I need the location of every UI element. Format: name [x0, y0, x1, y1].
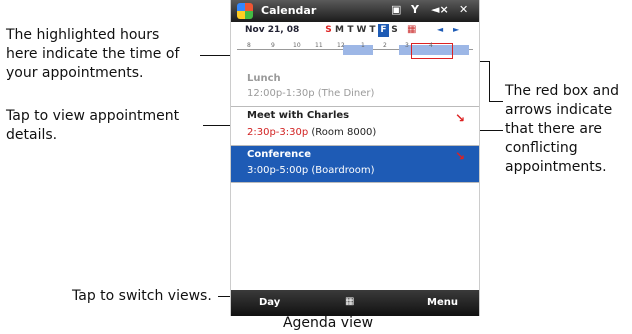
start-menu-icon[interactable]: [237, 3, 253, 19]
callout-line-1: The red box and: [505, 83, 619, 99]
week-strip: S M T W T F S: [323, 24, 400, 37]
appointment-time-location: 2:30p-3:30p (Room 8000): [247, 127, 376, 138]
callout-highlighted-hours: The highlighted hours here indicate the …: [6, 26, 179, 83]
leader-line-conflicts: [489, 101, 503, 102]
callout-line-3: your appointments.: [6, 65, 144, 81]
keyboard-icon[interactable]: ▣: [391, 3, 401, 16]
softkey-day[interactable]: Day: [259, 297, 280, 308]
appointment-meet-with-charles[interactable]: Meet with Charles 2:30p-3:30p (Room 8000…: [231, 107, 479, 146]
callout-line-2: details.: [6, 127, 58, 143]
next-arrow-icon[interactable]: ►: [453, 25, 459, 34]
date-header: Nov 21, 08 S M T W T F S ▦ ◄ ►: [231, 22, 479, 40]
close-icon[interactable]: ✕: [459, 3, 468, 16]
weekday[interactable]: M: [334, 24, 345, 37]
leader-line-details: [203, 125, 230, 126]
softkey-bar: Day ▦ Menu: [231, 290, 479, 316]
appointment-location: (Boardroom): [311, 165, 375, 176]
weekday[interactable]: W: [356, 24, 367, 37]
leader-line-hours: [200, 55, 230, 56]
current-date[interactable]: Nov 21, 08: [245, 25, 299, 35]
hour-label: 10: [293, 42, 301, 49]
figure-caption: Agenda view: [282, 315, 374, 331]
keyboard-toggle-icon[interactable]: ▦: [345, 296, 354, 307]
appointment-title: Meet with Charles: [247, 110, 350, 121]
callout-line-2: arrows indicate: [505, 102, 613, 118]
app-title: Calendar: [261, 4, 317, 17]
calendar-icon[interactable]: ▦: [407, 24, 416, 35]
callout-line-1: The highlighted hours: [6, 27, 160, 43]
title-bar: Calendar ▣ Y ◄× ✕: [231, 0, 479, 22]
appointment-location: (The Diner): [317, 88, 375, 99]
softkey-menu[interactable]: Menu: [427, 297, 458, 308]
callout-line-3: that there are: [505, 121, 603, 137]
weekday[interactable]: S: [323, 24, 334, 37]
hour-label: 3: [405, 42, 409, 49]
callout-line-2: here indicate the time of: [6, 46, 180, 62]
weekday[interactable]: T: [345, 24, 356, 37]
hour-label: 8: [247, 42, 251, 49]
appointment-time: 3:00p-5:00p: [247, 165, 309, 176]
hour-label: 1: [361, 42, 365, 49]
appointment-title: Lunch: [247, 73, 281, 84]
phone-screen: Calendar ▣ Y ◄× ✕ Nov 21, 08 S M T W T F…: [230, 0, 480, 316]
callout-line-5: appointments.: [505, 159, 607, 175]
callout-tap-switch: Tap to switch views.: [72, 288, 212, 304]
volume-icon[interactable]: ◄×: [431, 3, 449, 16]
conflict-arrow-icon: ↘: [455, 111, 466, 125]
previous-arrow-icon[interactable]: ◄: [437, 25, 443, 34]
callout-tap-details: Tap to view appointment details.: [6, 107, 179, 145]
hour-label: 2: [383, 42, 387, 49]
bracket-conflict-vertical: [489, 61, 490, 101]
appointment-time: 12:00p-1:30p: [247, 88, 315, 99]
appointment-block-lunch: [343, 45, 373, 55]
appointment-lunch[interactable]: Lunch 12:00p-1:30p (The Diner): [231, 70, 479, 107]
weekday-selected[interactable]: F: [378, 24, 389, 37]
appointment-title: Conference: [247, 149, 312, 160]
appointment-location: (Room 8000): [311, 127, 377, 138]
weekday[interactable]: S: [389, 24, 400, 37]
appointment-time: 2:30p-3:30p: [247, 127, 309, 138]
callout-line-1: Tap to view appointment: [6, 108, 180, 124]
appointment-time-location: 12:00p-1:30p (The Diner): [247, 88, 374, 99]
hour-bar: 8 9 10 11 12 1 2 3 4: [231, 40, 479, 62]
hour-label: 9: [271, 42, 275, 49]
appointment-conference[interactable]: Conference 3:00p-5:00p (Boardroom) ↘: [231, 146, 479, 183]
weekday[interactable]: T: [367, 24, 378, 37]
hour-label: 12: [337, 42, 345, 49]
hour-label: 11: [315, 42, 323, 49]
callout-conflicts: The red box and arrows indicate that the…: [505, 82, 619, 177]
callout-line-4: conflicting: [505, 140, 578, 156]
conflict-arrow-icon: ↘: [455, 149, 466, 163]
appointment-time-location: 3:00p-5:00p (Boardroom): [247, 165, 374, 176]
signal-icon[interactable]: Y: [411, 3, 419, 16]
hour-label: 4: [429, 42, 433, 49]
